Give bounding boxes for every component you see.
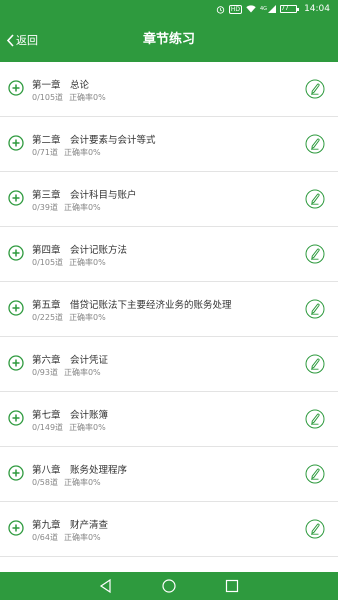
back-label: 返回 (16, 34, 38, 47)
chapter-row[interactable]: 第八章 账务处理程序 0/58道 正确率0% (0, 447, 338, 502)
plus-circle-icon[interactable] (8, 465, 24, 481)
nav-home-button[interactable] (161, 578, 177, 594)
triangle-back-icon (99, 578, 111, 594)
chapter-title: 第六章 会计凭证 (32, 355, 109, 366)
chapter-stats: 0/93道 正确率0% (32, 367, 101, 378)
pencil-circle-icon[interactable] (305, 134, 325, 154)
chapter-stats: 0/105道 正确率0% (32, 257, 106, 268)
chapter-progress: 0/64道 (32, 533, 58, 542)
pencil-circle-icon[interactable] (305, 519, 325, 539)
chapter-accuracy: 正确率0% (69, 313, 106, 322)
pencil-circle-icon[interactable] (305, 409, 325, 429)
chapter-progress: 0/71道 (32, 148, 58, 157)
pencil-circle-icon[interactable] (305, 299, 325, 319)
chapter-progress: 0/225道 (32, 313, 64, 322)
status-time: 14:04 (304, 4, 330, 14)
chapter-accuracy: 正确率0% (63, 203, 101, 212)
chapter-row[interactable]: 第九章 财产清查 0/64道 正确率0% (0, 502, 338, 557)
alarm-icon (216, 5, 225, 14)
pencil-circle-icon[interactable] (305, 464, 325, 484)
plus-circle-icon[interactable] (8, 80, 24, 96)
chapter-title: 第五章 借贷记账法下主要经济业务的账务处理 (32, 300, 232, 311)
chapter-progress: 0/149道 (32, 423, 64, 432)
chevron-left-icon (6, 33, 14, 47)
pencil-circle-icon[interactable] (305, 189, 325, 209)
chapter-title: 第四章 会计记账方法 (32, 245, 128, 256)
status-bar: HD 4G 77 14:04 (0, 0, 338, 18)
chapter-accuracy: 正确率0% (63, 533, 101, 542)
chapter-accuracy: 正确率0% (63, 148, 101, 157)
nav-recents-button[interactable] (224, 578, 240, 594)
chapter-list: 第一章 总论 0/105道 正确率0% 第二章 会计要素与会计等式 0/71道 正确率0%… (0, 62, 338, 557)
chapter-progress: 0/105道 (32, 258, 64, 267)
plus-circle-icon[interactable] (8, 355, 24, 371)
chapter-title: 第一章 总论 (32, 80, 90, 91)
chapter-accuracy: 正确率0% (69, 93, 106, 102)
chapter-title: 第二章 会计要素与会计等式 (32, 135, 156, 146)
chapter-stats: 0/64道 正确率0% (32, 532, 101, 543)
chapter-progress: 0/105道 (32, 93, 64, 102)
chapter-row[interactable]: 第三章 会计科目与账户 0/39道 正确率0% (0, 172, 338, 227)
circle-home-icon (162, 579, 176, 593)
chapter-stats: 0/225道 正确率0% (32, 312, 106, 323)
plus-circle-icon[interactable] (8, 135, 24, 151)
hd-badge: HD (228, 4, 242, 14)
system-nav-bar (0, 572, 338, 600)
chapter-accuracy: 正确率0% (69, 258, 106, 267)
square-recents-icon (225, 579, 239, 593)
signal-label: 4G (260, 6, 268, 12)
chapter-title: 第八章 账务处理程序 (32, 465, 128, 476)
chapter-row[interactable]: 第六章 会计凭证 0/93道 正确率0% (0, 337, 338, 392)
chapter-row[interactable]: 第一章 总论 0/105道 正确率0% (0, 62, 338, 117)
plus-circle-icon[interactable] (8, 520, 24, 536)
wifi-icon (246, 5, 256, 13)
chapter-accuracy: 正确率0% (63, 478, 101, 487)
plus-circle-icon[interactable] (8, 245, 24, 261)
app-bar: 返回 章节练习 (0, 18, 338, 62)
chapter-accuracy: 正确率0% (69, 423, 106, 432)
chapter-stats: 0/58道 正确率0% (32, 477, 101, 488)
chapter-progress: 0/39道 (32, 203, 58, 212)
pencil-circle-icon[interactable] (305, 79, 325, 99)
chapter-progress: 0/58道 (32, 478, 58, 487)
battery-icon: 77 (280, 5, 300, 13)
chapter-stats: 0/71道 正确率0% (32, 147, 101, 158)
chapter-progress: 0/93道 (32, 368, 58, 377)
chapter-row[interactable]: 第五章 借贷记账法下主要经济业务的账务处理 0/225道 正确率0% (0, 282, 338, 337)
chapter-accuracy: 正确率0% (63, 368, 101, 377)
plus-circle-icon[interactable] (8, 410, 24, 426)
page-title: 章节练习 (142, 32, 195, 47)
chapter-row[interactable]: 第四章 会计记账方法 0/105道 正确率0% (0, 227, 338, 282)
chapter-row[interactable]: 第二章 会计要素与会计等式 0/71道 正确率0% (0, 117, 338, 172)
pencil-circle-icon[interactable] (305, 244, 325, 264)
nav-back-button[interactable] (98, 578, 114, 594)
chapter-row[interactable]: 第七章 会计账簿 0/149道 正确率0% (0, 392, 338, 447)
chapter-stats: 0/149道 正确率0% (32, 422, 106, 433)
signal-icon: 4G (260, 5, 277, 13)
chapter-title: 第七章 会计账簿 (32, 410, 109, 421)
back-button[interactable]: 返回 (6, 18, 38, 62)
chapter-stats: 0/105道 正确率0% (32, 92, 106, 103)
plus-circle-icon[interactable] (8, 190, 24, 206)
pencil-circle-icon[interactable] (305, 354, 325, 374)
chapter-title: 第三章 会计科目与账户 (32, 190, 137, 201)
chapter-stats: 0/39道 正确率0% (32, 202, 101, 213)
chapter-title: 第九章 财产清查 (32, 520, 109, 531)
plus-circle-icon[interactable] (8, 300, 24, 316)
